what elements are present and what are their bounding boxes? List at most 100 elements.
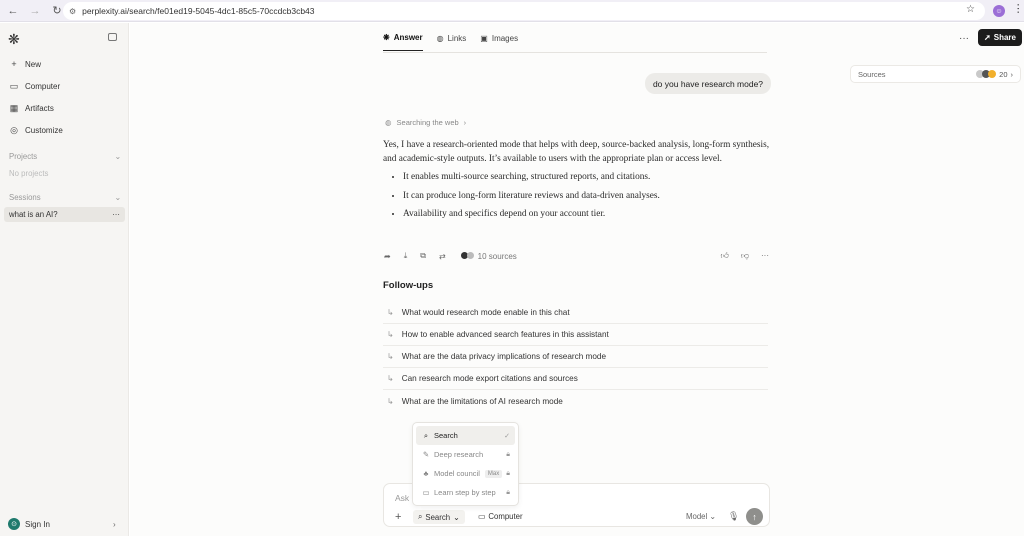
globe-icon: ◍ xyxy=(436,33,444,43)
share-label: Share xyxy=(993,33,1016,42)
list-item: It enables multi-source searching, struc… xyxy=(403,170,773,184)
mode-label: Model council xyxy=(434,469,480,478)
more-options-icon[interactable]: ··· xyxy=(761,251,769,261)
share-button[interactable]: ➚ Share xyxy=(978,29,1022,46)
thumbs-down-icon[interactable]: 👎︎ xyxy=(741,251,749,261)
sources-label: Sources xyxy=(858,69,886,79)
sidebar-item-customize[interactable]: ◎ Customize xyxy=(9,125,63,136)
user-avatar-icon: ⊙ xyxy=(8,518,20,530)
download-icon[interactable]: ⤓ xyxy=(404,251,408,261)
sidebar-item-label: Computer xyxy=(25,82,61,91)
answer-actions: ➦ ⤓ ⧉ ⇄ 10 sources 👍︎ 👎︎ ··· xyxy=(384,251,769,261)
perplexity-logo-icon[interactable]: ❋ xyxy=(8,31,20,48)
followup-label: What are the limitations of AI research … xyxy=(401,396,563,406)
computer-label: Computer xyxy=(488,512,523,521)
microphone-icon[interactable]: 🎙︎ xyxy=(728,511,739,522)
main-content: ❋ Answer ◍ Links ▣ Images ··· ➚ Share So… xyxy=(130,23,1024,536)
followups-list: ↳ What would research mode enable in thi… xyxy=(383,302,768,412)
search-icon: ⌕ xyxy=(418,512,423,521)
followup-label: What are the data privacy implications o… xyxy=(401,352,607,361)
sessions-label: Sessions xyxy=(9,193,41,202)
tab-label: Links xyxy=(447,33,467,43)
answer-bullets: It enables multi-source searching, struc… xyxy=(383,170,773,221)
return-arrow-icon: ↳ xyxy=(387,374,394,383)
back-icon[interactable]: ← xyxy=(4,2,22,20)
computer-toggle[interactable]: ▭ Computer xyxy=(474,510,527,523)
no-projects-text: No projects xyxy=(9,169,49,178)
search-mode-dropdown[interactable]: ⌕ Search ⌄ xyxy=(413,510,465,524)
mode-item-deep-research[interactable]: ✎ Deep research 🔒︎ xyxy=(416,445,515,464)
followups-title: Follow-ups xyxy=(383,280,434,291)
model-dropdown[interactable]: Model ⌄ xyxy=(686,512,716,521)
sources-panel[interactable]: Sources 20 › xyxy=(850,65,1021,83)
mode-label: Search xyxy=(434,431,458,440)
answer-icon: ❋ xyxy=(383,33,390,42)
address-bar[interactable]: ⚙ perplexity.ai/search/fe01ed19-5045-4dc… xyxy=(63,2,985,20)
model-label: Model xyxy=(686,512,708,521)
tab-divider xyxy=(383,52,767,53)
tab-label: Images xyxy=(491,33,519,43)
return-arrow-icon: ↳ xyxy=(387,396,394,406)
followup-item[interactable]: ↳ What are the limitations of AI researc… xyxy=(383,390,768,412)
research-icon: ✎ xyxy=(422,450,430,459)
lock-icon: 🔒︎ xyxy=(506,469,510,477)
sign-in-button[interactable]: ⊙ Sign In xyxy=(8,518,50,530)
followup-label: Can research mode export citations and s… xyxy=(401,374,578,383)
projects-header[interactable]: Projects ⌄ xyxy=(9,152,121,161)
browser-menu-icon[interactable]: ⋯ xyxy=(1012,3,1024,14)
sidebar-item-artifacts[interactable]: ▦ Artifacts xyxy=(9,103,54,114)
mode-item-model-council[interactable]: ♣ Model council Max 🔒︎ xyxy=(416,464,515,483)
collapse-sidebar-icon[interactable] xyxy=(108,33,117,41)
searching-label: Searching the web xyxy=(396,118,459,127)
monitor-icon: ▭ xyxy=(478,512,486,521)
site-settings-icon[interactable]: ⚙ xyxy=(69,7,76,16)
mode-item-search[interactable]: ⌕ Search ✓ xyxy=(416,426,515,445)
plus-icon: + xyxy=(11,59,17,69)
session-more-icon[interactable]: ··· xyxy=(112,210,120,219)
profile-avatar[interactable]: ☺ xyxy=(993,5,1005,17)
send-button[interactable]: ↑ xyxy=(746,508,763,525)
source-favicons xyxy=(976,70,997,78)
mode-item-learn-step-by-step[interactable]: ▭ Learn step by step 🔒︎ xyxy=(416,483,515,502)
answer-body: Yes, I have a research-oriented mode tha… xyxy=(383,138,773,226)
sources-count-label: 10 sources xyxy=(477,251,517,261)
list-item: Availability and specifics depend on you… xyxy=(403,207,773,221)
sidebar: ❋ + New ▭ Computer ▦ Artifacts ◎ Customi… xyxy=(0,23,129,536)
followup-item[interactable]: ↳ Can research mode export citations and… xyxy=(383,368,768,390)
sidebar-item-new[interactable]: + New xyxy=(9,59,41,69)
lock-icon: 🔒︎ xyxy=(506,450,510,458)
thumbs-up-icon[interactable]: 👍︎ xyxy=(721,251,729,261)
sidebar-item-label: New xyxy=(25,59,42,69)
tab-links[interactable]: ◍ Links xyxy=(437,33,467,51)
followup-label: What would research mode enable in this … xyxy=(401,308,570,317)
copy-icon[interactable]: ⧉ xyxy=(420,251,426,261)
image-icon: ▣ xyxy=(480,33,488,43)
ask-input[interactable]: Ask xyxy=(395,493,409,503)
followup-item[interactable]: ↳ What would research mode enable in thi… xyxy=(383,302,768,324)
sidebar-item-label: Artifacts xyxy=(25,104,54,113)
sidebar-item-label: Customize xyxy=(25,126,63,135)
followup-item[interactable]: ↳ How to enable advanced search features… xyxy=(383,324,768,346)
attach-plus-icon[interactable]: + xyxy=(395,511,401,523)
followup-item[interactable]: ↳ What are the data privacy implications… xyxy=(383,346,768,368)
user-query-bubble: do you have research mode? xyxy=(645,73,771,94)
chevron-down-icon: ⌄ xyxy=(709,512,716,521)
mode-label: Deep research xyxy=(434,450,484,459)
browser-toolbar: ← → ↻ ⚙ perplexity.ai/search/fe01ed19-50… xyxy=(0,0,1024,22)
sign-in-label: Sign In xyxy=(25,519,50,529)
sources-button[interactable]: 10 sources xyxy=(460,251,517,261)
bookmark-star-icon[interactable]: ☆ xyxy=(966,4,975,15)
tab-images[interactable]: ▣ Images xyxy=(480,33,518,51)
check-icon: ✓ xyxy=(504,432,510,440)
sidebar-item-computer[interactable]: ▭ Computer xyxy=(9,81,60,92)
rewrite-icon[interactable]: ⇄ xyxy=(439,252,446,261)
more-options-icon[interactable]: ··· xyxy=(959,33,969,44)
sessions-header[interactable]: Sessions ⌄ xyxy=(9,193,121,202)
session-item[interactable]: what is an AI? ··· xyxy=(4,207,125,222)
chevron-right-icon[interactable]: › xyxy=(113,520,116,529)
searching-status[interactable]: ◍ Searching the web › xyxy=(385,118,466,127)
gear-icon: ◎ xyxy=(10,125,18,135)
tab-answer[interactable]: ❋ Answer xyxy=(383,33,423,51)
forward-icon[interactable]: → xyxy=(26,2,44,20)
share-answer-icon[interactable]: ➦ xyxy=(384,252,391,261)
